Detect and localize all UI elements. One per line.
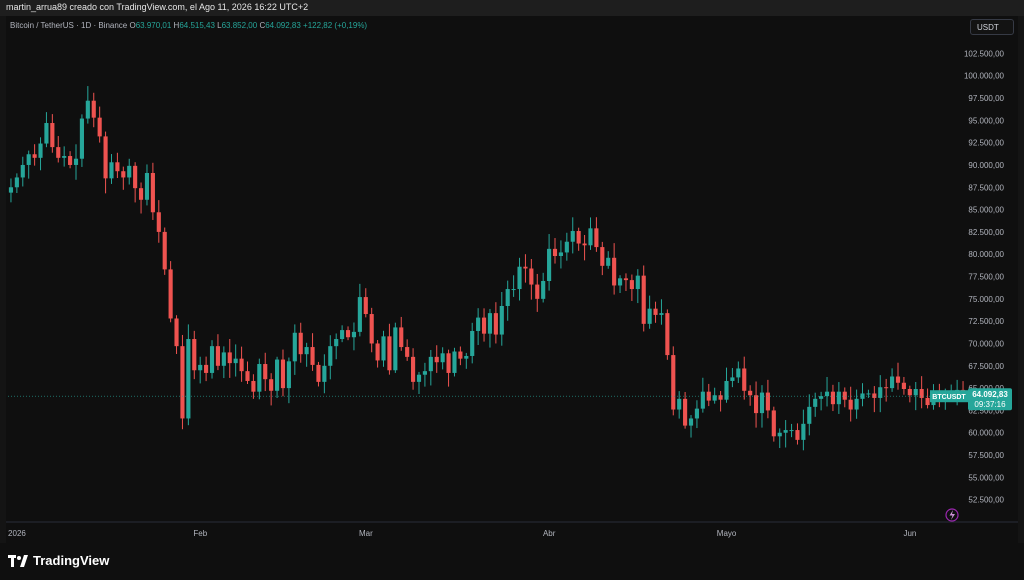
high-value: 64.515,43 [179,21,215,30]
change-value: +122,82 (+0,19%) [303,21,368,30]
close-value: 64.092,83 [265,21,301,30]
tradingview-logo-icon [8,554,28,567]
symbol-legend: Bitcoin / TetherUS · 1D · Binance O63.97… [10,21,367,30]
attribution-bar: martin_arrua89 creado con TradingView.co… [0,0,1024,16]
brand-name: TradingView [33,553,110,568]
chart-area[interactable] [6,16,1018,543]
currency-button[interactable]: USDT [970,19,1014,35]
symbol-name: Bitcoin / TetherUS · 1D · Binance [10,21,128,30]
tradingview-logo[interactable]: TradingView [8,553,109,568]
low-value: 63.852,00 [221,21,258,30]
attribution-text: martin_arrua89 creado con TradingView.co… [6,2,309,12]
open-value: 63.970,01 [135,21,172,30]
footer-bar [0,543,1024,580]
